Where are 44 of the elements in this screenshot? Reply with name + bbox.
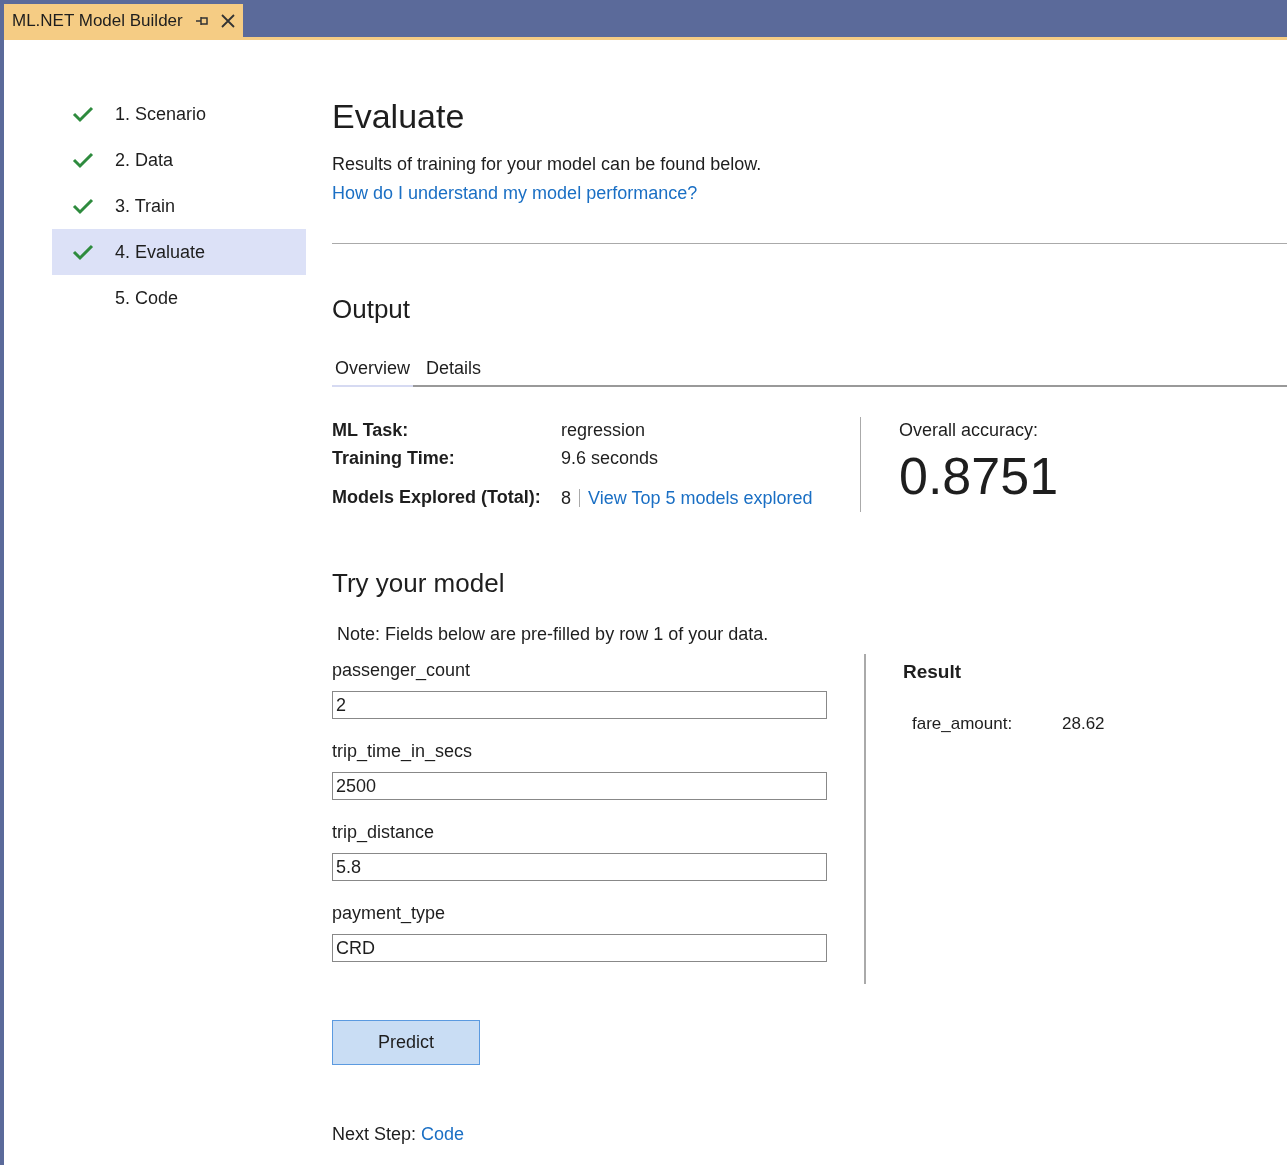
- accuracy-value: 0.8751: [899, 446, 1059, 507]
- input-field[interactable]: 2: [332, 691, 827, 719]
- checkmark-icon: [72, 105, 94, 123]
- field-label: Models Explored (Total):: [332, 486, 542, 510]
- section-heading: Try your model: [332, 567, 506, 600]
- note-text: Note: Fields below are pre-filled by row 1 of your data.: [337, 623, 770, 646]
- tab-title: ML.NET Model Builder: [12, 9, 183, 32]
- predict-button[interactable]: Predict: [332, 1020, 480, 1065]
- models-link[interactable]: View Top 5 models explored: [588, 484, 813, 512]
- field-value: 8: [561, 486, 571, 510]
- checkmark-icon: [72, 197, 94, 215]
- result-value: 28.62: [1062, 712, 1105, 735]
- document-tab[interactable]: ML.NET Model Builder: [4, 4, 243, 37]
- intro-text: Results of training for your model can be found below.: [332, 153, 763, 176]
- checkmark-icon: [72, 151, 94, 169]
- next-step-label: Next Step:: [332, 1123, 417, 1146]
- close-icon[interactable]: [220, 13, 235, 28]
- input-label: payment_type: [332, 902, 447, 926]
- next-step-link[interactable]: Code: [421, 1121, 465, 1148]
- input-field[interactable]: 5.8: [332, 853, 827, 881]
- step-item[interactable]: 3. Train: [52, 183, 306, 229]
- result-label: fare_amount:: [912, 712, 1014, 735]
- input-label: passenger_count: [332, 659, 472, 683]
- field-value: 9.6 seconds: [561, 446, 660, 470]
- page-title: Evaluate: [332, 96, 466, 137]
- result-heading: Result: [903, 660, 963, 684]
- help-link[interactable]: How do I understand my model performance?: [332, 180, 698, 207]
- accuracy-label: Overall accuracy:: [899, 419, 1040, 442]
- input-label: trip_distance: [332, 821, 436, 845]
- step-item[interactable]: 2. Data: [52, 137, 306, 183]
- checkmark-icon: [72, 243, 94, 261]
- tab[interactable]: Overview: [332, 355, 413, 387]
- step-item[interactable]: 5. Code: [52, 275, 306, 321]
- field-label: ML Task:: [332, 419, 410, 442]
- section-heading: Output: [332, 293, 412, 326]
- field-label: Training Time:: [332, 446, 456, 470]
- input-label: trip_time_in_secs: [332, 740, 474, 764]
- step-item[interactable]: 4. Evaluate: [52, 229, 306, 275]
- step-item[interactable]: 1. Scenario: [52, 91, 306, 137]
- tab[interactable]: Details: [423, 355, 485, 387]
- input-field[interactable]: CRD: [332, 934, 827, 962]
- pin-icon[interactable]: [194, 14, 209, 27]
- field-value: regression: [561, 419, 647, 442]
- input-field[interactable]: 2500: [332, 772, 827, 800]
